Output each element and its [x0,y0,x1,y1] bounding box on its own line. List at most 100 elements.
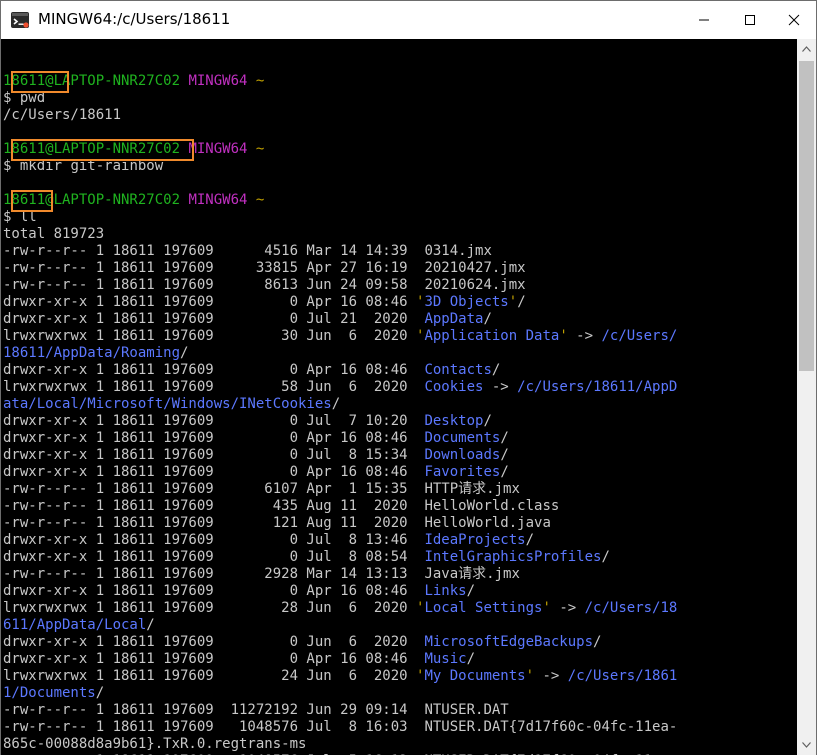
symlink-target: /c/Users/18611/AppD [517,379,678,395]
dir-suffix: / [483,413,492,429]
file-name: NTUSER.DAT [416,702,509,718]
maximize-icon [745,15,755,25]
terminal-line: -rw-r--r-- 1 18611 197609 2928 Mar 14 13… [3,566,677,583]
file-meta: lrwxrwxrwx 1 18611 197609 28 Jun 6 2020 [3,600,417,616]
chevron-up-icon [802,46,811,52]
file-meta: drwxr-xr-x 1 18611 197609 0 Apr 16 08:46 [3,430,417,446]
file-meta: lrwxrwxrwx 1 18611 197609 30 Jun 6 2020 [3,328,417,344]
dir-suffix: / [95,685,105,701]
scrollbar-thumb[interactable] [799,61,814,371]
file-meta: -rw-r--r-- 1 18611 197609 1048576 Jul 8 … [3,719,417,735]
quote-mark: ' [525,668,535,684]
wrapped-text: 865c-00088d8a9b61}.TxR.0.regtrans-ms [3,736,307,752]
terminal-line: 18611@LAPTOP-NNR27C02 MINGW64 ~ [3,73,677,90]
prompt-shell: MINGW64 [188,73,248,89]
dir-suffix: / [601,549,610,565]
file-name: NTUSER.DAT{7d17f60c-04fc-11ea- [416,719,678,735]
terminal-line: -rw-r--r-- 1 18611 197609 11272192 Jun 2… [3,702,677,719]
scroll-down-button[interactable] [797,735,816,755]
terminal-line: lrwxrwxrwx 1 18611 197609 24 Jun 6 2020 … [3,668,677,685]
dir-suffix: / [331,396,341,412]
dir-suffix: / [180,345,189,361]
terminal-line: drwxr-xr-x 1 18611 197609 0 Apr 16 08:46… [3,362,677,379]
file-meta: drwxr-xr-x 1 18611 197609 0 Apr 16 08:46 [3,362,417,378]
file-meta: drwxr-xr-x 1 18611 197609 0 Jul 8 08:54 [3,549,417,565]
terminal-line: -rw-r--r-- 1 18611 197609 6107 Apr 1 15:… [3,481,677,498]
vertical-scrollbar[interactable] [797,39,816,755]
terminal-line: -rw-r--r-- 1 18611 197609 8613 Jun 24 09… [3,277,677,294]
terminal-line: drwxr-xr-x 1 18611 197609 0 Jul 21 2020 … [3,311,677,328]
terminal-line: drwxr-xr-x 1 18611 197609 0 Jul 8 13:46 … [3,532,677,549]
terminal-line: 611/AppData/Local/ [3,617,677,634]
highlight-ll [11,190,53,212]
file-meta: drwxr-xr-x 1 18611 197609 0 Jul 8 13:46 [3,532,417,548]
file-name: 20210427.jmx [416,260,526,276]
title-bar[interactable]: MINGW64:/c/Users/18611 [1,1,816,39]
terminal-line: -rw-r--r-- 1 18611 197609 33815 Apr 27 1… [3,260,677,277]
dir-suffix: / [146,617,155,633]
maximize-button[interactable] [727,1,773,39]
file-meta: -rw-r--r-- 1 18611 197609 6107 Apr 1 15:… [3,481,417,497]
file-name: HelloWorld.java [416,515,551,531]
file-meta: drwxr-xr-x 1 18611 197609 0 Apr 16 08:46 [3,583,417,599]
output-text: total 819723 [3,226,105,242]
file-meta: -rw-r--r-- 1 18611 197609 4516 Mar 14 14… [3,243,417,259]
file-meta: -rw-r--r-- 1 18611 197609 11272192 Jun 2… [3,702,417,718]
dir-suffix: / [517,294,526,310]
terminal-line: 865c-00088d8a9b61}.TxR.0.regtrans-ms [3,736,677,753]
minimize-icon [699,19,709,21]
terminal-line: -rw-r--r-- 1 18611 197609 1048576 Jul 8 … [3,719,677,736]
file-name: MicrosoftEdgeBackups [416,634,594,650]
terminal-output[interactable]: 18611@LAPTOP-NNR27C02 MINGW64 ~ $ pwd/c/U… [1,39,797,755]
file-meta: drwxr-xr-x 1 18611 197609 0 Jul 7 10:20 [3,413,417,429]
symlink-arrow: -> [567,328,602,344]
close-button[interactable] [771,1,817,39]
symlink-arrow: -> [483,379,518,395]
prompt-path: ~ [255,141,265,157]
minimize-button[interactable] [681,1,727,39]
terminal-line: -rw-r--r-- 1 18611 197609 435 Aug 11 202… [3,498,677,515]
file-name: HTTP请求.jmx [416,481,520,497]
output-text: /c/Users/18611 [3,107,122,123]
highlight-pwd [11,71,69,93]
file-meta: drwxr-xr-x 1 18611 197609 0 Apr 16 08:46 [3,294,417,310]
terminal-line: -rw-r--r-- 1 18611 197609 121 Aug 11 202… [3,515,677,532]
quote-mark: ' [508,294,518,310]
terminal-line: drwxr-xr-x 1 18611 197609 0 Apr 16 08:46… [3,430,677,447]
terminal-line: lrwxrwxrwx 1 18611 197609 28 Jun 6 2020 … [3,600,677,617]
dir-suffix: / [500,430,509,446]
terminal-line: drwxr-xr-x 1 18611 197609 0 Jul 8 08:54 … [3,549,677,566]
scroll-up-button[interactable] [797,39,816,59]
file-meta: -rw-r--r-- 1 18611 197609 435 Aug 11 202… [3,498,417,514]
terminal-line: lrwxrwxrwx 1 18611 197609 30 Jun 6 2020 … [3,328,677,345]
window-title: MINGW64:/c/Users/18611 [38,10,231,28]
quote-mark: ' [542,600,551,616]
terminal-line: 18611/AppData/Roaming/ [3,345,677,362]
file-meta: drwxr-xr-x 1 18611 197609 0 Jul 8 15:34 [3,447,417,463]
wrapped-text: 18611/AppData/Roaming [3,345,181,361]
highlight-mkdir [11,139,194,161]
prompt-shell: MINGW64 [188,192,248,208]
terminal-line: -rw-r--r-- 1 18611 197609 4516 Mar 14 14… [3,243,677,260]
terminal-line: drwxr-xr-x 1 18611 197609 0 Jun 6 2020 M… [3,634,677,651]
terminal-line: drwxr-xr-x 1 18611 197609 0 Apr 16 08:46… [3,294,677,311]
dir-suffix: / [491,362,501,378]
file-name: 20210624.jmx [416,277,526,293]
symlink-arrow: -> [550,600,585,616]
file-meta: lrwxrwxrwx 1 18611 197609 58 Jun 6 2020 [3,379,417,395]
chevron-down-icon [802,742,811,748]
dir-suffix: / [593,634,602,650]
file-name: 0314.jmx [416,243,492,259]
file-name: 3D Objects [424,294,509,310]
dir-suffix: / [525,532,535,548]
file-name: Desktop [416,413,484,429]
prompt-path: ~ [255,73,265,89]
terminal-line: 1/Documents/ [3,685,677,702]
dir-suffix: / [500,464,509,480]
file-name: Cookies [416,379,484,395]
file-name: Documents [416,430,501,446]
wrapped-text: 1/Documents [3,685,96,701]
